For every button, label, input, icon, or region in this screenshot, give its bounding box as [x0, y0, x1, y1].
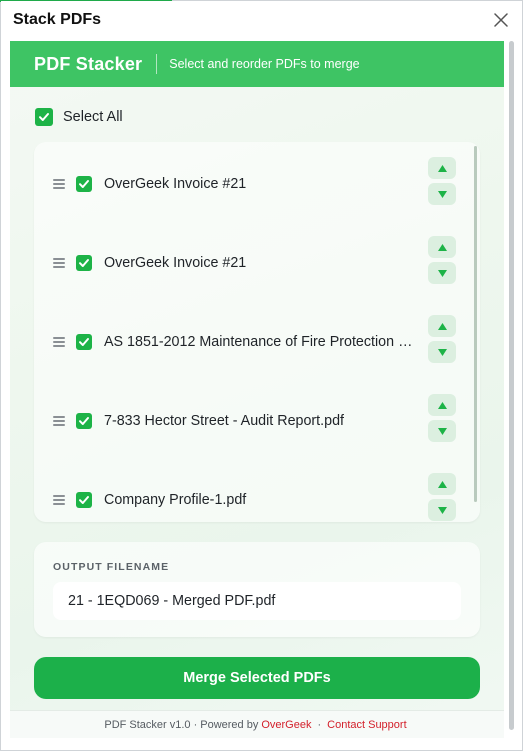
select-all-checkbox[interactable]	[35, 108, 53, 126]
move-down-button[interactable]	[428, 499, 456, 521]
check-icon	[79, 180, 89, 188]
drag-handle-icon[interactable]	[53, 258, 65, 268]
output-filename-card: OUTPUT FILENAME	[34, 542, 480, 637]
footer: PDF Stacker v1.0 · Powered by OverGeek ·…	[10, 710, 504, 738]
file-checkbox[interactable]	[76, 413, 92, 429]
move-down-button[interactable]	[428, 183, 456, 205]
pdf-stacker-panel: PDF Stacker Select and reorder PDFs to m…	[10, 41, 504, 738]
header-tagline: Select and reorder PDFs to merge	[169, 57, 360, 71]
file-list-item[interactable]: Company Profile-1.pdf	[34, 470, 464, 522]
arrow-up-icon	[437, 480, 447, 488]
file-name: OverGeek Invoice #21	[104, 176, 247, 192]
reorder-controls	[428, 473, 456, 521]
header-divider	[156, 54, 158, 74]
footer-separator: ·	[317, 719, 322, 731]
drag-handle-icon[interactable]	[53, 495, 65, 505]
file-list-item[interactable]: AS 1851-2012 Maintenance of Fire Protect…	[34, 312, 464, 372]
window-title: Stack PDFs	[13, 11, 102, 28]
file-checkbox[interactable]	[76, 492, 92, 508]
file-checkbox[interactable]	[76, 255, 92, 271]
titlebar: Stack PDFs	[1, 1, 522, 39]
output-filename-label: OUTPUT FILENAME	[53, 561, 170, 573]
move-up-button[interactable]	[428, 394, 456, 416]
overgeek-link[interactable]: OverGeek	[261, 719, 311, 731]
move-up-button[interactable]	[428, 157, 456, 179]
file-list: OverGeek Invoice #21 OverGeek Invoice #2…	[34, 142, 480, 522]
drag-handle-icon[interactable]	[53, 416, 65, 426]
select-all-control[interactable]: Select All	[35, 108, 123, 126]
footer-version: PDF Stacker v1.0	[104, 719, 191, 731]
move-up-button[interactable]	[428, 473, 456, 495]
reorder-controls	[428, 394, 456, 442]
check-icon	[79, 496, 89, 504]
output-filename-input[interactable]	[53, 582, 461, 620]
contact-support-link[interactable]: Contact Support	[327, 719, 407, 731]
arrow-up-icon	[437, 401, 447, 409]
file-list-scroll[interactable]: OverGeek Invoice #21 OverGeek Invoice #2…	[34, 142, 480, 522]
select-all-label: Select All	[63, 109, 123, 125]
file-name: AS 1851-2012 Maintenance of Fire Protect…	[104, 334, 416, 350]
move-up-button[interactable]	[428, 315, 456, 337]
footer-separator: ·	[193, 719, 198, 731]
window-scrollbar-thumb[interactable]	[509, 41, 514, 730]
arrow-down-icon	[437, 269, 447, 277]
check-icon	[39, 113, 49, 121]
window-scrollbar[interactable]	[507, 41, 516, 738]
brand-title: PDF Stacker	[34, 53, 143, 74]
move-down-button[interactable]	[428, 262, 456, 284]
app-header: PDF Stacker Select and reorder PDFs to m…	[10, 41, 504, 87]
file-list-scrollbar[interactable]	[474, 146, 477, 502]
close-icon[interactable]	[484, 3, 518, 37]
arrow-down-icon	[437, 506, 447, 514]
reorder-controls	[428, 315, 456, 363]
arrow-up-icon	[437, 322, 447, 330]
file-name: Company Profile-1.pdf	[104, 492, 247, 508]
file-list-item[interactable]: OverGeek Invoice #21	[34, 154, 464, 214]
file-list-item[interactable]: 7-833 Hector Street - Audit Report.pdf	[34, 391, 464, 451]
file-name: OverGeek Invoice #21	[104, 255, 247, 271]
file-name: 7-833 Hector Street - Audit Report.pdf	[104, 413, 344, 429]
footer-powered-by: Powered by	[200, 719, 259, 731]
reorder-controls	[428, 157, 456, 205]
drag-handle-icon[interactable]	[53, 337, 65, 347]
file-list-item[interactable]: OverGeek Invoice #21	[34, 233, 464, 293]
check-icon	[79, 417, 89, 425]
reorder-controls	[428, 236, 456, 284]
move-down-button[interactable]	[428, 341, 456, 363]
file-checkbox[interactable]	[76, 334, 92, 350]
file-list-scrollbar-thumb[interactable]	[474, 146, 477, 502]
arrow-down-icon	[437, 348, 447, 356]
drag-handle-icon[interactable]	[53, 179, 65, 189]
move-down-button[interactable]	[428, 420, 456, 442]
check-icon	[79, 259, 89, 267]
arrow-up-icon	[437, 243, 447, 251]
arrow-down-icon	[437, 427, 447, 435]
move-up-button[interactable]	[428, 236, 456, 258]
arrow-up-icon	[437, 164, 447, 172]
arrow-down-icon	[437, 190, 447, 198]
check-icon	[79, 338, 89, 346]
merge-button[interactable]: Merge Selected PDFs	[34, 657, 480, 699]
file-checkbox[interactable]	[76, 176, 92, 192]
